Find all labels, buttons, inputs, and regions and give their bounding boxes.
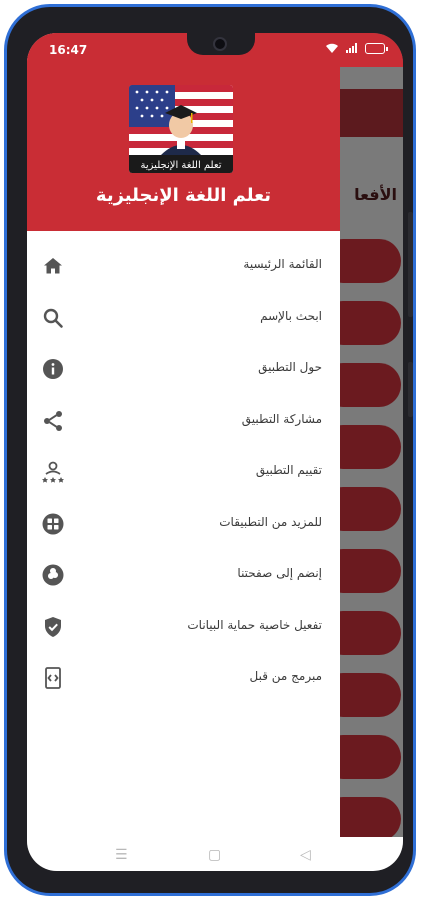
screen: الأفعا 16:47 تعلم اللغة الإنجليزية تعلم … [27, 33, 403, 871]
battery-icon [365, 42, 388, 54]
menu-item-about[interactable]: حول التطبيق [27, 344, 340, 396]
menu-item-data-protection[interactable]: تفعيل خاصية حماية البيانات [27, 602, 340, 654]
drawer-menu: القائمة الرئيسية ابحث بالإسم حول التطبيق… [27, 241, 340, 705]
shield-icon [45, 616, 61, 637]
menu-item-rate[interactable]: تقييم التطبيق [27, 447, 340, 499]
share-icon [44, 410, 62, 431]
menu-item-label: مبرمج من قبل [249, 669, 322, 683]
home-icon [44, 258, 62, 274]
menu-item-join-page[interactable]: إنضم إلى صفحتنا [27, 550, 340, 602]
volume-button [408, 212, 413, 317]
join-page-icon [42, 564, 64, 586]
menu-item-search[interactable]: ابحث بالإسم [27, 293, 340, 345]
menu-item-label: القائمة الرئيسية [243, 257, 322, 271]
menu-item-home[interactable]: القائمة الرئيسية [27, 241, 340, 293]
front-camera [213, 37, 227, 51]
menu-item-label: حول التطبيق [258, 360, 322, 374]
apps-icon [42, 513, 64, 534]
status-icons [325, 42, 388, 54]
system-nav-bar: ☰ ▢ ◁ [27, 837, 403, 871]
menu-item-label: مشاركة التطبيق [241, 411, 322, 426]
home-nav-icon[interactable]: ▢ [208, 847, 221, 863]
app-logo: تعلم اللغة الإنجليزية [129, 85, 233, 173]
wifi-icon [326, 43, 338, 53]
menu-item-label: إنضم إلى صفحتنا [237, 566, 322, 580]
menu-item-label: ابحث بالإسم [260, 308, 322, 323]
menu-item-label: تقييم التطبيق [255, 463, 322, 477]
menu-item-label: تفعيل خاصية حماية البيانات [187, 617, 322, 632]
menu-nav-icon[interactable]: ☰ [115, 847, 128, 863]
camera-notch [187, 33, 255, 55]
menu-item-developer[interactable]: مبرمج من قبل [27, 653, 340, 705]
us-flag-graduate-logo: تعلم اللغة الإنجليزية [129, 85, 233, 173]
developer-icon [45, 667, 61, 689]
status-bar: 16:47 [27, 33, 403, 67]
menu-item-label: للمزيد من التطبيقات [219, 514, 322, 529]
phone-frame: الأفعا 16:47 تعلم اللغة الإنجليزية تعلم … [4, 4, 416, 896]
menu-item-more-apps[interactable]: للمزيد من التطبيقات [27, 499, 340, 551]
info-icon [43, 359, 63, 379]
drawer-title: تعلم اللغة الإنجليزية [95, 185, 272, 206]
menu-item-share[interactable]: مشاركة التطبيق [27, 396, 340, 448]
rate-icon [42, 461, 64, 483]
status-time: 16:47 [49, 43, 88, 57]
background-fragment-text: الأفعا [354, 185, 397, 204]
logo-caption: تعلم اللغة الإنجليزية [141, 160, 222, 171]
navigation-drawer: تعلم اللغة الإنجليزية تعلم اللغة الإنجلي… [27, 33, 340, 837]
search-icon [43, 308, 63, 328]
back-nav-icon[interactable]: ◁ [300, 847, 311, 863]
signal-icon [346, 43, 357, 53]
power-button [408, 362, 413, 417]
